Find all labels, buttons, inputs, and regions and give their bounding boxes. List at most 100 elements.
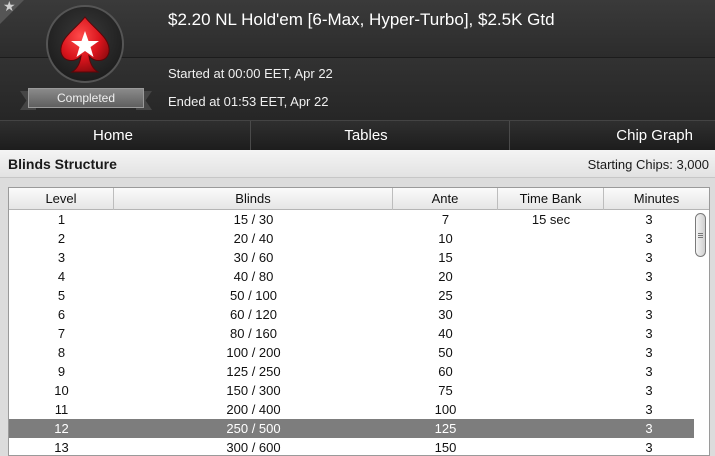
cell-blinds: 100 / 200 bbox=[226, 345, 281, 360]
cell-level: 4 bbox=[57, 269, 66, 284]
cell-minutes: 3 bbox=[645, 231, 653, 246]
start-time: Started at 00:00 EET, Apr 22 bbox=[168, 66, 333, 81]
cell-time-bank bbox=[498, 229, 604, 248]
grip-line bbox=[698, 235, 703, 236]
cell-minutes: 3 bbox=[645, 288, 653, 303]
cell-minutes: 3 bbox=[645, 212, 653, 227]
cell-blinds: 150 / 300 bbox=[226, 383, 281, 398]
cell-ante: 30 bbox=[438, 307, 453, 322]
cell-blinds: 60 / 120 bbox=[230, 307, 277, 322]
blinds-table: Level Blinds Ante Time Bank Minutes 1 1 5 … bbox=[8, 187, 710, 456]
cell-ante: 100 bbox=[434, 402, 457, 417]
pokerstars-logo bbox=[46, 5, 124, 83]
tab-tables[interactable]: Tables bbox=[251, 121, 510, 151]
cell-level: 6 bbox=[57, 307, 66, 322]
tab-bar: Home Tables Chip Graph bbox=[0, 120, 715, 151]
table-row[interactable]: 2 20 / 40 10 3 bbox=[9, 229, 694, 248]
cell-level: 9 bbox=[57, 364, 66, 379]
table-row[interactable]: 3 30 / 60 15 3 bbox=[9, 248, 694, 267]
cell-minutes: 3 bbox=[645, 440, 653, 455]
table-row[interactable]: 13 300 / 600 150 3 bbox=[9, 438, 694, 455]
table-row[interactable]: 8 100 / 200 50 3 bbox=[9, 343, 694, 362]
table-row[interactable]: 1 15 / 30 7 15 sec 3 bbox=[9, 210, 694, 229]
table-row[interactable]: 10 150 / 300 75 3 bbox=[9, 381, 694, 400]
column-header-minutes[interactable]: Minutes bbox=[604, 188, 709, 210]
cell-ante: 20 bbox=[438, 269, 453, 284]
cell-level: 10 bbox=[54, 383, 69, 398]
column-header-blinds[interactable]: Blinds bbox=[114, 188, 393, 210]
cell-ante: 75 bbox=[438, 383, 453, 398]
cell-level: 5 bbox=[57, 288, 66, 303]
cell-level: 12 bbox=[54, 421, 69, 436]
table-row[interactable]: 7 80 / 160 40 3 bbox=[9, 324, 694, 343]
status-ribbon: Completed bbox=[20, 88, 152, 110]
table-row[interactable]: 9 125 / 250 60 3 bbox=[9, 362, 694, 381]
table-row[interactable]: 12 250 / 500 125 3 bbox=[9, 419, 694, 438]
section-title: Blinds Structure bbox=[8, 156, 117, 172]
cell-minutes: 3 bbox=[645, 345, 653, 360]
tab-home[interactable]: Home bbox=[0, 121, 251, 151]
cell-minutes: 3 bbox=[645, 250, 653, 265]
cell-level: 13 bbox=[54, 440, 69, 455]
cell-minutes: 3 bbox=[645, 307, 653, 322]
tournament-title: $2.20 NL Hold'em [6-Max, Hyper-Turbo], $… bbox=[168, 10, 555, 29]
cell-ante: 50 bbox=[438, 345, 453, 360]
cell-blinds: 20 / 40 bbox=[233, 231, 274, 246]
end-time: Ended at 01:53 EET, Apr 22 bbox=[168, 94, 329, 109]
cell-blinds: 250 / 500 bbox=[226, 421, 281, 436]
table-row[interactable]: 11 200 / 400 100 3 bbox=[9, 400, 694, 419]
cell-level: 8 bbox=[57, 345, 66, 360]
cell-ante: 125 bbox=[434, 421, 457, 436]
cell-minutes: 3 bbox=[645, 364, 653, 379]
cell-level: 7 bbox=[57, 326, 66, 341]
table-row[interactable]: 4 40 / 80 20 3 bbox=[9, 267, 694, 286]
cell-time-bank bbox=[498, 305, 604, 324]
column-header-ante[interactable]: Ante bbox=[393, 188, 498, 210]
cell-ante: 25 bbox=[438, 288, 453, 303]
cell-minutes: 3 bbox=[645, 383, 653, 398]
cell-ante: 40 bbox=[438, 326, 453, 341]
cell-blinds: 125 / 250 bbox=[226, 364, 281, 379]
column-header-time-bank[interactable]: Time Bank bbox=[498, 188, 604, 210]
cell-level: 1 bbox=[57, 212, 66, 227]
cell-blinds: 300 / 600 bbox=[226, 440, 281, 455]
table-body: 1 15 / 30 7 15 sec 3 2 20 / 40 10 3 3 30 / 60 15 3 4 4… bbox=[9, 210, 694, 455]
cell-blinds: 50 / 100 bbox=[230, 288, 277, 303]
starting-chips: Starting Chips: 3,000 bbox=[587, 157, 709, 172]
cell-time-bank bbox=[498, 419, 604, 438]
tournament-header: ★ Completed $2.20 NL Hold'em [6-Max, Hyp… bbox=[0, 0, 715, 120]
cell-blinds: 200 / 400 bbox=[226, 402, 281, 417]
table-header: Level Blinds Ante Time Bank Minutes bbox=[9, 188, 709, 210]
cell-minutes: 3 bbox=[645, 421, 653, 436]
cell-time-bank bbox=[498, 381, 604, 400]
status-badge: Completed bbox=[28, 88, 144, 108]
column-header-level[interactable]: Level bbox=[9, 188, 114, 210]
grip-line bbox=[698, 237, 703, 238]
table-row[interactable]: 5 50 / 100 25 3 bbox=[9, 286, 694, 305]
cell-time-bank bbox=[498, 267, 604, 286]
cell-ante: 150 bbox=[434, 440, 457, 455]
cell-level: 11 bbox=[54, 402, 69, 417]
cell-time-bank bbox=[498, 400, 604, 419]
cell-ante: 7 bbox=[441, 212, 450, 227]
cell-time-bank bbox=[498, 343, 604, 362]
cell-time-bank bbox=[498, 248, 604, 267]
cell-ante: 60 bbox=[438, 364, 453, 379]
cell-time-bank bbox=[498, 286, 604, 305]
cell-ante: 10 bbox=[438, 231, 453, 246]
cell-time-bank bbox=[498, 438, 604, 455]
tab-chip-graph[interactable]: Chip Graph bbox=[510, 121, 715, 151]
cell-ante: 15 bbox=[438, 250, 453, 265]
spade-star-icon bbox=[60, 16, 110, 73]
cell-blinds: 40 / 80 bbox=[233, 269, 274, 284]
table-row[interactable]: 6 60 / 120 30 3 bbox=[9, 305, 694, 324]
vertical-scrollbar[interactable] bbox=[694, 210, 707, 455]
cell-blinds: 30 / 60 bbox=[233, 250, 274, 265]
grip-line bbox=[698, 233, 703, 234]
cell-minutes: 3 bbox=[645, 402, 653, 417]
section-header: Blinds Structure Starting Chips: 3,000 bbox=[0, 150, 715, 178]
scrollbar-thumb[interactable] bbox=[695, 213, 706, 257]
star-icon[interactable]: ★ bbox=[3, 0, 16, 15]
cell-minutes: 3 bbox=[645, 326, 653, 341]
cell-level: 3 bbox=[57, 250, 66, 265]
